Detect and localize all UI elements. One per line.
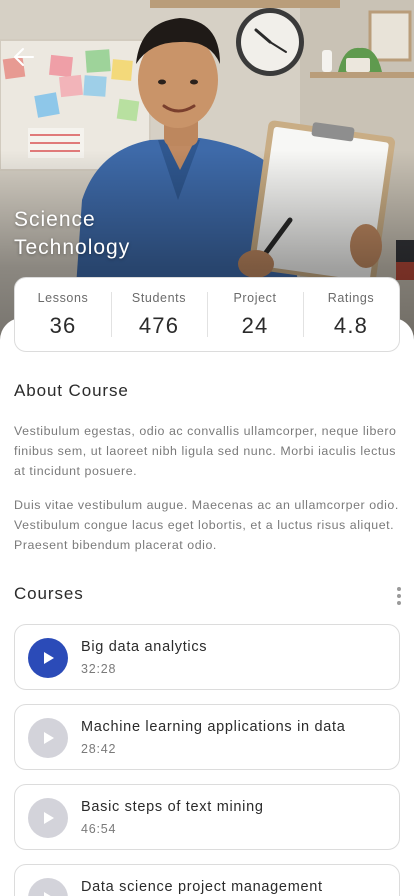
course-item-duration: 32:28: [81, 662, 117, 676]
play-button[interactable]: [28, 878, 68, 896]
play-button[interactable]: [28, 638, 68, 678]
arrow-left-icon: [14, 48, 34, 66]
stat-value: 4.8: [333, 312, 369, 338]
course-item-title: Machine learning applications in data: [81, 719, 346, 735]
course-item[interactable]: Big data analytics 32:28: [14, 624, 400, 690]
play-button[interactable]: [28, 798, 68, 838]
play-icon: [44, 892, 51, 896]
stat-lessons: Lessons 36: [15, 278, 111, 351]
play-icon: [44, 812, 54, 824]
course-item[interactable]: Machine learning applications in data 28…: [14, 704, 400, 770]
course-item-title: Data science project management: [81, 879, 323, 895]
course-title-line2: Technology: [14, 236, 131, 259]
stat-label: Ratings: [327, 290, 375, 305]
stat-value: 36: [49, 312, 77, 338]
more-vertical-icon: [397, 587, 401, 605]
about-paragraph: Vestibulum egestas, odio ac convallis ul…: [14, 424, 397, 478]
stats-card: Lessons 36 Students 476 Project 24 Ratin…: [14, 277, 400, 352]
more-options-button[interactable]: [390, 584, 408, 608]
about-paragraph: Duis vitae vestibulum augue. Maecenas ac…: [14, 498, 399, 552]
play-icon: [44, 652, 54, 664]
course-item[interactable]: Data science project management: [14, 864, 400, 896]
back-button[interactable]: [6, 40, 40, 74]
play-button[interactable]: [28, 718, 68, 758]
course-title-line1: Science: [14, 208, 96, 231]
stat-project: Project 24: [207, 278, 303, 351]
course-item-title: Basic steps of text mining: [81, 799, 264, 815]
course-item-duration: 28:42: [81, 742, 117, 756]
stat-label: Project: [233, 290, 277, 305]
stat-students: Students 476: [111, 278, 207, 351]
course-item[interactable]: Basic steps of text mining 46:54: [14, 784, 400, 850]
play-icon: [44, 732, 54, 744]
stat-value: 24: [241, 312, 269, 338]
stat-ratings: Ratings 4.8: [303, 278, 399, 351]
courses-heading: Courses: [14, 584, 84, 603]
course-item-title: Big data analytics: [81, 639, 208, 655]
about-heading: About Course: [14, 381, 129, 400]
stat-value: 476: [138, 312, 180, 338]
course-title: Science Technology: [14, 206, 274, 262]
stat-label: Students: [131, 290, 187, 305]
stat-label: Lessons: [37, 290, 89, 305]
course-item-duration: 46:54: [81, 822, 117, 836]
